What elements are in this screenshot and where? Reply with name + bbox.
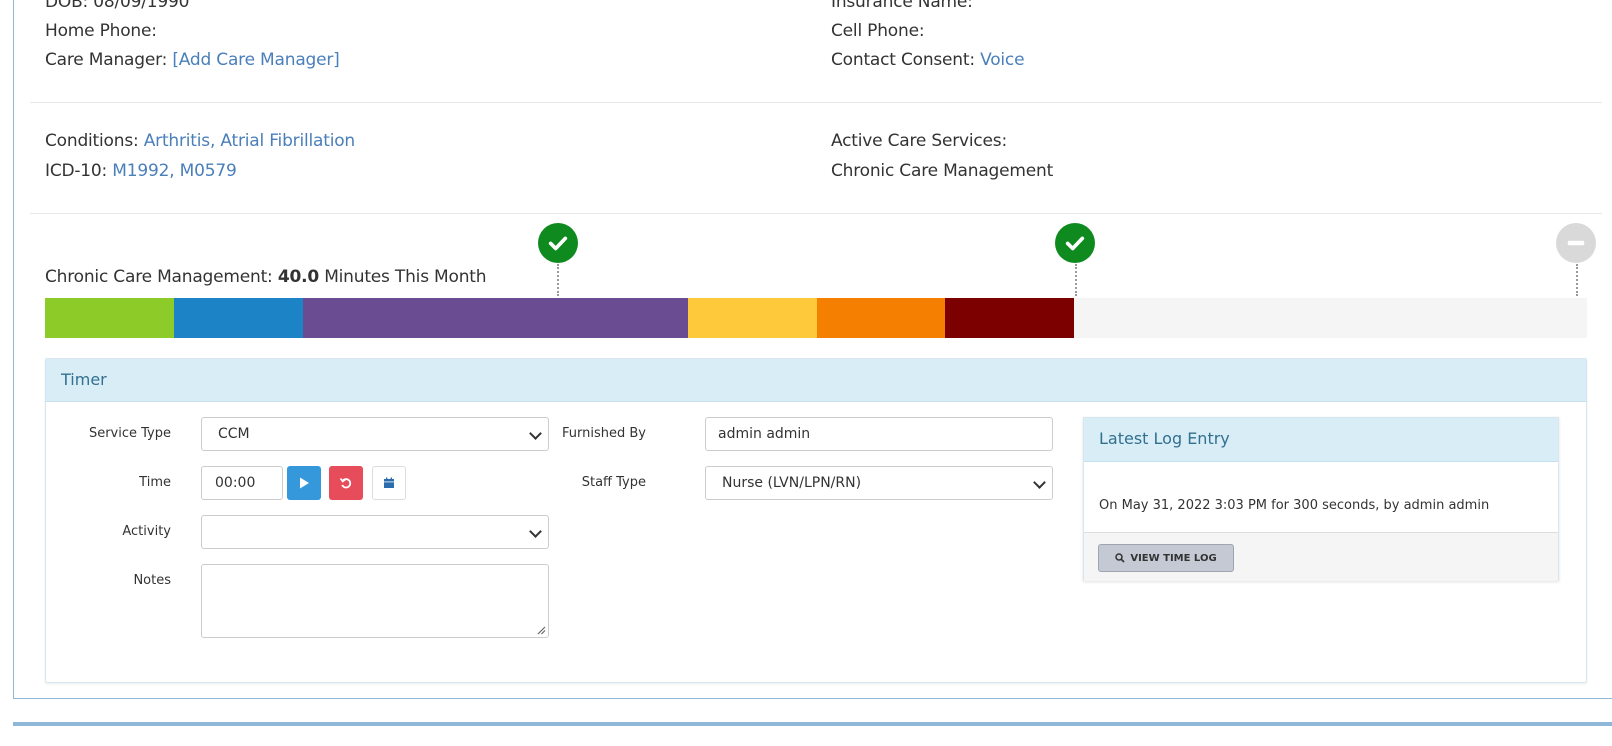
care-manager-row: Care Manager: [Add Care Manager] <box>45 50 340 70</box>
section-divider <box>30 213 1602 214</box>
dob-label: DOB: <box>45 0 89 12</box>
latest-log-panel: Latest Log Entry On May 31, 2022 3:03 PM… <box>1083 417 1559 581</box>
progress-segment-6 <box>945 298 1074 338</box>
progress-segment-1 <box>45 298 174 338</box>
service-type-select[interactable]: CCM <box>201 417 549 451</box>
contact-consent-link[interactable]: Voice <box>980 50 1024 70</box>
care-manager-label: Care Manager: <box>45 50 168 70</box>
notes-textarea[interactable] <box>201 564 549 638</box>
calendar-button[interactable] <box>372 466 406 500</box>
service-type-label: Service Type <box>88 426 171 441</box>
milestone-line-1 <box>557 264 559 296</box>
dob-row: DOB: 08/09/1990 <box>45 0 189 12</box>
staff-type-label: Staff Type <box>581 475 646 490</box>
progress-segment-4 <box>688 298 817 338</box>
activity-select[interactable] <box>201 515 549 549</box>
insurance-name-label: Insurance Name: <box>831 0 973 12</box>
check-icon <box>548 236 568 251</box>
latest-log-footer: VIEW TIME LOG <box>1084 532 1558 581</box>
notes-label: Notes <box>133 573 171 588</box>
icd-row: ICD-10: M1992, M0579 <box>45 161 237 181</box>
progress-segment-5 <box>817 298 945 338</box>
cell-phone-label: Cell Phone: <box>831 21 925 41</box>
view-time-log-button[interactable]: VIEW TIME LOG <box>1098 544 1234 572</box>
dob-value: 08/09/1990 <box>93 0 190 12</box>
view-time-log-label: VIEW TIME LOG <box>1130 552 1217 564</box>
next-panel-border <box>13 722 1612 726</box>
milestone-3 <box>1556 223 1596 263</box>
icd-link[interactable]: M1992, M0579 <box>112 161 236 181</box>
add-care-manager-link[interactable]: [Add Care Manager] <box>172 50 339 70</box>
chevron-down-icon <box>529 525 542 538</box>
staff-type-value: Nurse (LVN/LPN/RN) <box>722 475 862 491</box>
furnished-by-input[interactable]: admin admin <box>705 417 1053 451</box>
active-care-services-label: Active Care Services: <box>831 131 1007 151</box>
milestone-1 <box>538 223 578 263</box>
conditions-link[interactable]: Arthritis, Atrial Fibrillation <box>144 131 355 151</box>
ccm-minutes-suffix: Minutes This Month <box>324 267 487 287</box>
progress-segment-3 <box>303 298 688 338</box>
reset-icon <box>339 478 352 489</box>
timer-header: Timer <box>46 359 1586 402</box>
activity-label: Activity <box>122 524 171 539</box>
milestone-2 <box>1055 223 1095 263</box>
chevron-down-icon <box>1033 476 1046 489</box>
conditions-label: Conditions: <box>45 131 139 151</box>
active-care-service-value: Chronic Care Management <box>831 161 1054 181</box>
home-phone-label: Home Phone: <box>45 21 157 41</box>
furnished-by-value: admin admin <box>718 426 811 442</box>
play-icon <box>300 477 309 489</box>
timer-title: Timer <box>61 370 107 389</box>
resize-handle-icon[interactable] <box>536 625 546 635</box>
time-input[interactable]: 00:00 <box>201 466 283 500</box>
conditions-row: Conditions: Arthritis, Atrial Fibrillati… <box>45 131 355 151</box>
check-icon <box>1065 236 1085 251</box>
ccm-label: Chronic Care Management: <box>45 267 273 287</box>
calendar-icon <box>384 477 394 488</box>
furnished-by-label: Furnished By <box>562 426 646 441</box>
time-label: Time <box>139 475 171 490</box>
search-icon <box>1115 553 1125 563</box>
ccm-minutes-value: 40.0 <box>277 267 319 287</box>
minus-icon <box>1567 240 1585 246</box>
contact-consent-row: Contact Consent: Voice <box>831 50 1025 70</box>
contact-consent-label: Contact Consent: <box>831 50 975 70</box>
section-divider <box>30 102 1602 103</box>
icd-label: ICD-10: <box>45 161 108 181</box>
staff-type-select[interactable]: Nurse (LVN/LPN/RN) <box>705 466 1053 500</box>
time-value: 00:00 <box>215 475 256 491</box>
service-type-value: CCM <box>218 426 250 442</box>
latest-log-entry: On May 31, 2022 3:03 PM for 300 seconds,… <box>1099 498 1490 513</box>
start-timer-button[interactable] <box>287 466 321 500</box>
milestone-line-3 <box>1576 264 1578 296</box>
reset-timer-button[interactable] <box>329 466 363 500</box>
ccm-progress-bar <box>45 298 1587 338</box>
latest-log-header: Latest Log Entry <box>1084 418 1558 462</box>
latest-log-title: Latest Log Entry <box>1099 429 1230 448</box>
progress-segment-2 <box>174 298 303 338</box>
milestone-line-2 <box>1075 264 1077 296</box>
ccm-minutes-row: Chronic Care Management: 40.0 Minutes Th… <box>45 267 487 287</box>
